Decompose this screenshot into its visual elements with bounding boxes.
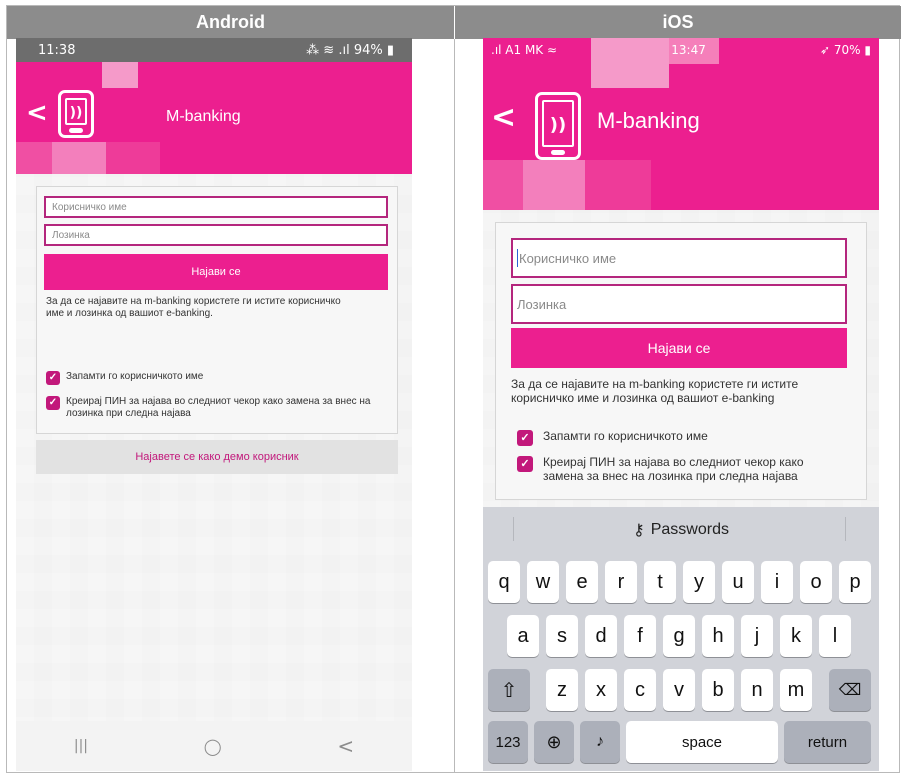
checkbox-checked-icon: ✓ [517,456,533,472]
key-s[interactable]: s [546,615,578,657]
key-v[interactable]: v [663,669,695,711]
android-status-bar: 11:38 ⁂ ≋ .ıl 94% ▮ [16,38,412,62]
header-ios: iOS [455,6,901,39]
key-w[interactable]: w [527,561,559,603]
ios-banner: < )) M-banking [483,38,879,210]
checkbox-checked-icon: ✓ [46,396,60,410]
status-time: 13:47 [671,43,706,57]
status-indicators: ⁂ ≋ .ıl 94% ▮ [306,42,394,58]
remember-username-label: Запамти го корисничкото име [543,429,708,443]
login-button[interactable]: Најави се [44,254,388,290]
mobile-banking-logo-icon: )) [58,90,94,138]
key-icon: ⚷ [633,522,645,539]
key-q[interactable]: q [488,561,520,603]
key-t[interactable]: t [644,561,676,603]
key-z[interactable]: z [546,669,578,711]
create-pin-label: Креирај ПИН за најава во следниот чекор … [543,455,804,483]
create-pin-label: Креирај ПИН за најава во следниот чекор … [66,396,371,419]
key-g[interactable]: g [663,615,695,657]
ios-keyboard: ⚷ Passwords q w e r t y u i o p a s d f … [483,507,879,771]
banner-title: M-banking [597,108,700,133]
home-icon[interactable]: ◯ [204,737,222,756]
text-cursor [517,249,518,267]
nav-back-icon[interactable]: < [337,734,354,758]
passwords-autofill-bar[interactable]: ⚷ Passwords [483,507,879,553]
info-text: За да се најавите на m-banking користете… [511,377,799,405]
ios-status-bar: .ıl A1 MK ≈ 13:47 ➶ 70% ▮ [483,38,879,62]
key-n[interactable]: n [741,669,773,711]
space-key[interactable]: space [626,721,778,763]
key-r[interactable]: r [605,561,637,603]
key-a[interactable]: a [507,615,539,657]
info-text: За да се најавите на m-banking користете… [46,296,341,319]
remember-username-checkbox[interactable]: ✓ Запамти го корисничкото име [46,371,386,385]
key-k[interactable]: k [780,615,812,657]
key-h[interactable]: h [702,615,734,657]
back-icon[interactable]: < [491,100,516,135]
demo-login-button[interactable]: Најавете се како демо корисник [36,440,398,474]
key-p[interactable]: p [839,561,871,603]
password-input[interactable]: Лозинка [511,284,847,324]
key-i[interactable]: i [761,561,793,603]
back-icon[interactable]: < [26,98,48,128]
key-l[interactable]: l [819,615,851,657]
create-pin-checkbox[interactable]: ✓ Креирај ПИН за најава во следниот чеко… [46,396,386,419]
key-f[interactable]: f [624,615,656,657]
column-divider [454,39,455,772]
username-input[interactable]: Корисничко име [511,238,847,278]
status-time: 11:38 [38,42,76,58]
mobile-banking-logo-icon: )) [535,92,581,160]
android-navigation-bar: ||| ◯ < [16,721,412,771]
globe-icon[interactable]: ⊕ [534,721,574,763]
android-banner: < )) M-banking [16,62,412,174]
shift-key-icon[interactable]: ⇧ [488,669,530,711]
key-c[interactable]: c [624,669,656,711]
recents-icon[interactable]: ||| [74,738,88,754]
key-j[interactable]: j [741,615,773,657]
key-b[interactable]: b [702,669,734,711]
header-android: Android [7,6,454,39]
banner-title: M-banking [166,108,241,125]
ios-screen: < )) M-banking .ıl A1 MK ≈ 13:47 ➶ 70% ▮… [483,38,879,771]
status-battery: ➶ 70% ▮ [820,43,871,57]
password-input[interactable]: Лозинка [44,224,388,246]
status-carrier: .ıl A1 MK ≈ [491,43,558,57]
return-key[interactable]: return [784,721,871,763]
key-m[interactable]: m [780,669,812,711]
key-d[interactable]: d [585,615,617,657]
passwords-label: Passwords [650,521,729,538]
checkbox-checked-icon: ✓ [46,371,60,385]
key-u[interactable]: u [722,561,754,603]
android-screen: 11:38 ⁂ ≋ .ıl 94% ▮ < )) M-banking Корис… [16,38,412,771]
key-e[interactable]: e [566,561,598,603]
numbers-key[interactable]: 123 [488,721,528,763]
login-button[interactable]: Најави се [511,328,847,368]
create-pin-checkbox[interactable]: ✓ Креирај ПИН за најава во следниот чеко… [517,455,847,484]
key-y[interactable]: y [683,561,715,603]
microphone-icon[interactable]: ♪ [580,721,620,763]
checkbox-checked-icon: ✓ [517,430,533,446]
remember-username-label: Запамти го корисничкото име [66,371,204,382]
key-o[interactable]: o [800,561,832,603]
username-input[interactable]: Корисничко име [44,196,388,218]
key-x[interactable]: x [585,669,617,711]
remember-username-checkbox[interactable]: ✓ Запамти го корисничкото име [517,429,847,446]
delete-key-icon[interactable]: ⌫ [829,669,871,711]
